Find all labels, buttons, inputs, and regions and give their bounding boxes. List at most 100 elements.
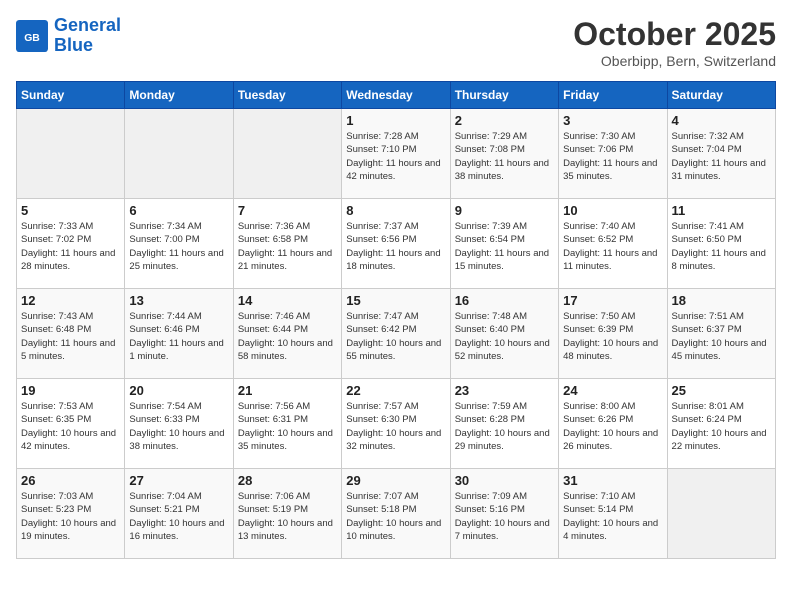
day-number: 4 bbox=[672, 113, 771, 128]
day-number: 10 bbox=[563, 203, 662, 218]
logo: GB General Blue bbox=[16, 16, 121, 56]
day-header-monday: Monday bbox=[125, 82, 233, 109]
logo-text: General Blue bbox=[54, 16, 121, 56]
logo-line2: Blue bbox=[54, 35, 93, 55]
logo-line1: General bbox=[54, 15, 121, 35]
day-detail: Sunrise: 7:59 AMSunset: 6:28 PMDaylight:… bbox=[455, 400, 554, 453]
calendar-table: SundayMondayTuesdayWednesdayThursdayFrid… bbox=[16, 81, 776, 559]
day-detail: Sunrise: 7:48 AMSunset: 6:40 PMDaylight:… bbox=[455, 310, 554, 363]
day-number: 25 bbox=[672, 383, 771, 398]
day-detail: Sunrise: 8:01 AMSunset: 6:24 PMDaylight:… bbox=[672, 400, 771, 453]
day-detail: Sunrise: 7:39 AMSunset: 6:54 PMDaylight:… bbox=[455, 220, 554, 273]
calendar-cell: 25 Sunrise: 8:01 AMSunset: 6:24 PMDayligh… bbox=[667, 379, 775, 469]
calendar-cell bbox=[233, 109, 341, 199]
day-number: 13 bbox=[129, 293, 228, 308]
logo-icon: GB bbox=[16, 20, 48, 52]
day-detail: Sunrise: 7:33 AMSunset: 7:02 PMDaylight:… bbox=[21, 220, 120, 273]
calendar-cell: 12 Sunrise: 7:43 AMSunset: 6:48 PMDayligh… bbox=[17, 289, 125, 379]
day-number: 7 bbox=[238, 203, 337, 218]
calendar-cell: 21 Sunrise: 7:56 AMSunset: 6:31 PMDayligh… bbox=[233, 379, 341, 469]
day-detail: Sunrise: 7:34 AMSunset: 7:00 PMDaylight:… bbox=[129, 220, 228, 273]
calendar-cell: 8Sunrise: 7:37 AMSunset: 6:56 PMDaylight… bbox=[342, 199, 450, 289]
day-detail: Sunrise: 7:54 AMSunset: 6:33 PMDaylight:… bbox=[129, 400, 228, 453]
day-detail: Sunrise: 8:00 AMSunset: 6:26 PMDaylight:… bbox=[563, 400, 662, 453]
location-subtitle: Oberbipp, Bern, Switzerland bbox=[573, 53, 776, 69]
day-detail: Sunrise: 7:47 AMSunset: 6:42 PMDaylight:… bbox=[346, 310, 445, 363]
day-number: 14 bbox=[238, 293, 337, 308]
day-number: 11 bbox=[672, 203, 771, 218]
calendar-cell: 1Sunrise: 7:28 AMSunset: 7:10 PMDaylight… bbox=[342, 109, 450, 199]
day-detail: Sunrise: 7:30 AMSunset: 7:06 PMDaylight:… bbox=[563, 130, 662, 183]
calendar-cell: 20 Sunrise: 7:54 AMSunset: 6:33 PMDayligh… bbox=[125, 379, 233, 469]
calendar-cell: 18Sunrise: 7:51 AMSunset: 6:37 PMDayligh… bbox=[667, 289, 775, 379]
svg-text:GB: GB bbox=[24, 33, 40, 44]
day-detail: Sunrise: 7:53 AMSunset: 6:35 PMDaylight:… bbox=[21, 400, 120, 453]
day-detail: Sunrise: 7:40 AMSunset: 6:52 PMDaylight:… bbox=[563, 220, 662, 273]
calendar-cell bbox=[667, 469, 775, 559]
day-number: 23 bbox=[455, 383, 554, 398]
day-number: 24 bbox=[563, 383, 662, 398]
day-number: 27 bbox=[129, 473, 228, 488]
day-detail: Sunrise: 7:04 AMSunset: 5:21 PMDaylight:… bbox=[129, 490, 228, 543]
calendar-cell bbox=[17, 109, 125, 199]
day-header-saturday: Saturday bbox=[667, 82, 775, 109]
title-block: October 2025 Oberbipp, Bern, Switzerland bbox=[573, 16, 776, 69]
day-number: 26 bbox=[21, 473, 120, 488]
calendar-cell: 3 Sunrise: 7:30 AMSunset: 7:06 PMDaylight… bbox=[559, 109, 667, 199]
day-number: 20 bbox=[129, 383, 228, 398]
day-number: 31 bbox=[563, 473, 662, 488]
calendar-cell: 2Sunrise: 7:29 AMSunset: 7:08 PMDaylight… bbox=[450, 109, 558, 199]
day-detail: Sunrise: 7:07 AMSunset: 5:18 PMDaylight:… bbox=[346, 490, 445, 543]
day-detail: Sunrise: 7:44 AMSunset: 6:46 PMDaylight:… bbox=[129, 310, 228, 363]
calendar-cell: 31Sunrise: 7:10 AMSunset: 5:14 PMDayligh… bbox=[559, 469, 667, 559]
calendar-cell: 5 Sunrise: 7:33 AMSunset: 7:02 PMDaylight… bbox=[17, 199, 125, 289]
day-detail: Sunrise: 7:03 AMSunset: 5:23 PMDaylight:… bbox=[21, 490, 120, 543]
day-number: 17 bbox=[563, 293, 662, 308]
day-number: 12 bbox=[21, 293, 120, 308]
calendar-cell: 6 Sunrise: 7:34 AMSunset: 7:00 PMDaylight… bbox=[125, 199, 233, 289]
calendar-cell: 23 Sunrise: 7:59 AMSunset: 6:28 PMDayligh… bbox=[450, 379, 558, 469]
calendar-week-row: 19 Sunrise: 7:53 AMSunset: 6:35 PMDayligh… bbox=[17, 379, 776, 469]
day-number: 16 bbox=[455, 293, 554, 308]
calendar-cell: 27 Sunrise: 7:04 AMSunset: 5:21 PMDayligh… bbox=[125, 469, 233, 559]
day-number: 28 bbox=[238, 473, 337, 488]
day-detail: Sunrise: 7:09 AMSunset: 5:16 PMDaylight:… bbox=[455, 490, 554, 543]
day-detail: Sunrise: 7:56 AMSunset: 6:31 PMDaylight:… bbox=[238, 400, 337, 453]
calendar-cell: 24 Sunrise: 8:00 AMSunset: 6:26 PMDayligh… bbox=[559, 379, 667, 469]
calendar-cell: 28 Sunrise: 7:06 AMSunset: 5:19 PMDayligh… bbox=[233, 469, 341, 559]
day-number: 21 bbox=[238, 383, 337, 398]
day-number: 5 bbox=[21, 203, 120, 218]
calendar-cell: 16 Sunrise: 7:48 AMSunset: 6:40 PMDayligh… bbox=[450, 289, 558, 379]
calendar-week-row: 5 Sunrise: 7:33 AMSunset: 7:02 PMDaylight… bbox=[17, 199, 776, 289]
day-detail: Sunrise: 7:36 AMSunset: 6:58 PMDaylight:… bbox=[238, 220, 337, 273]
day-detail: Sunrise: 7:43 AMSunset: 6:48 PMDaylight:… bbox=[21, 310, 120, 363]
calendar-cell: 17 Sunrise: 7:50 AMSunset: 6:39 PMDayligh… bbox=[559, 289, 667, 379]
day-number: 3 bbox=[563, 113, 662, 128]
calendar-cell: 29 Sunrise: 7:07 AMSunset: 5:18 PMDayligh… bbox=[342, 469, 450, 559]
day-detail: Sunrise: 7:06 AMSunset: 5:19 PMDaylight:… bbox=[238, 490, 337, 543]
page-header: GB General Blue October 2025 Oberbipp, B… bbox=[16, 16, 776, 69]
day-detail: Sunrise: 7:37 AMSunset: 6:56 PMDaylight:… bbox=[346, 220, 445, 273]
calendar-cell: 14 Sunrise: 7:46 AMSunset: 6:44 PMDayligh… bbox=[233, 289, 341, 379]
day-number: 6 bbox=[129, 203, 228, 218]
day-detail: Sunrise: 7:41 AMSunset: 6:50 PMDaylight:… bbox=[672, 220, 771, 273]
day-number: 19 bbox=[21, 383, 120, 398]
day-number: 22 bbox=[346, 383, 445, 398]
day-header-sunday: Sunday bbox=[17, 82, 125, 109]
calendar-cell: 7 Sunrise: 7:36 AMSunset: 6:58 PMDaylight… bbox=[233, 199, 341, 289]
calendar-cell: 15 Sunrise: 7:47 AMSunset: 6:42 PMDayligh… bbox=[342, 289, 450, 379]
day-number: 18 bbox=[672, 293, 771, 308]
day-number: 1 bbox=[346, 113, 445, 128]
day-header-wednesday: Wednesday bbox=[342, 82, 450, 109]
day-number: 15 bbox=[346, 293, 445, 308]
calendar-week-row: 26 Sunrise: 7:03 AMSunset: 5:23 PMDayligh… bbox=[17, 469, 776, 559]
day-detail: Sunrise: 7:32 AMSunset: 7:04 PMDaylight:… bbox=[672, 130, 771, 183]
day-number: 30 bbox=[455, 473, 554, 488]
day-number: 29 bbox=[346, 473, 445, 488]
day-detail: Sunrise: 7:50 AMSunset: 6:39 PMDaylight:… bbox=[563, 310, 662, 363]
calendar-week-row: 12 Sunrise: 7:43 AMSunset: 6:48 PMDayligh… bbox=[17, 289, 776, 379]
day-detail: Sunrise: 7:46 AMSunset: 6:44 PMDaylight:… bbox=[238, 310, 337, 363]
day-detail: Sunrise: 7:57 AMSunset: 6:30 PMDaylight:… bbox=[346, 400, 445, 453]
calendar-week-row: 1Sunrise: 7:28 AMSunset: 7:10 PMDaylight… bbox=[17, 109, 776, 199]
day-detail: Sunrise: 7:29 AMSunset: 7:08 PMDaylight:… bbox=[455, 130, 554, 183]
